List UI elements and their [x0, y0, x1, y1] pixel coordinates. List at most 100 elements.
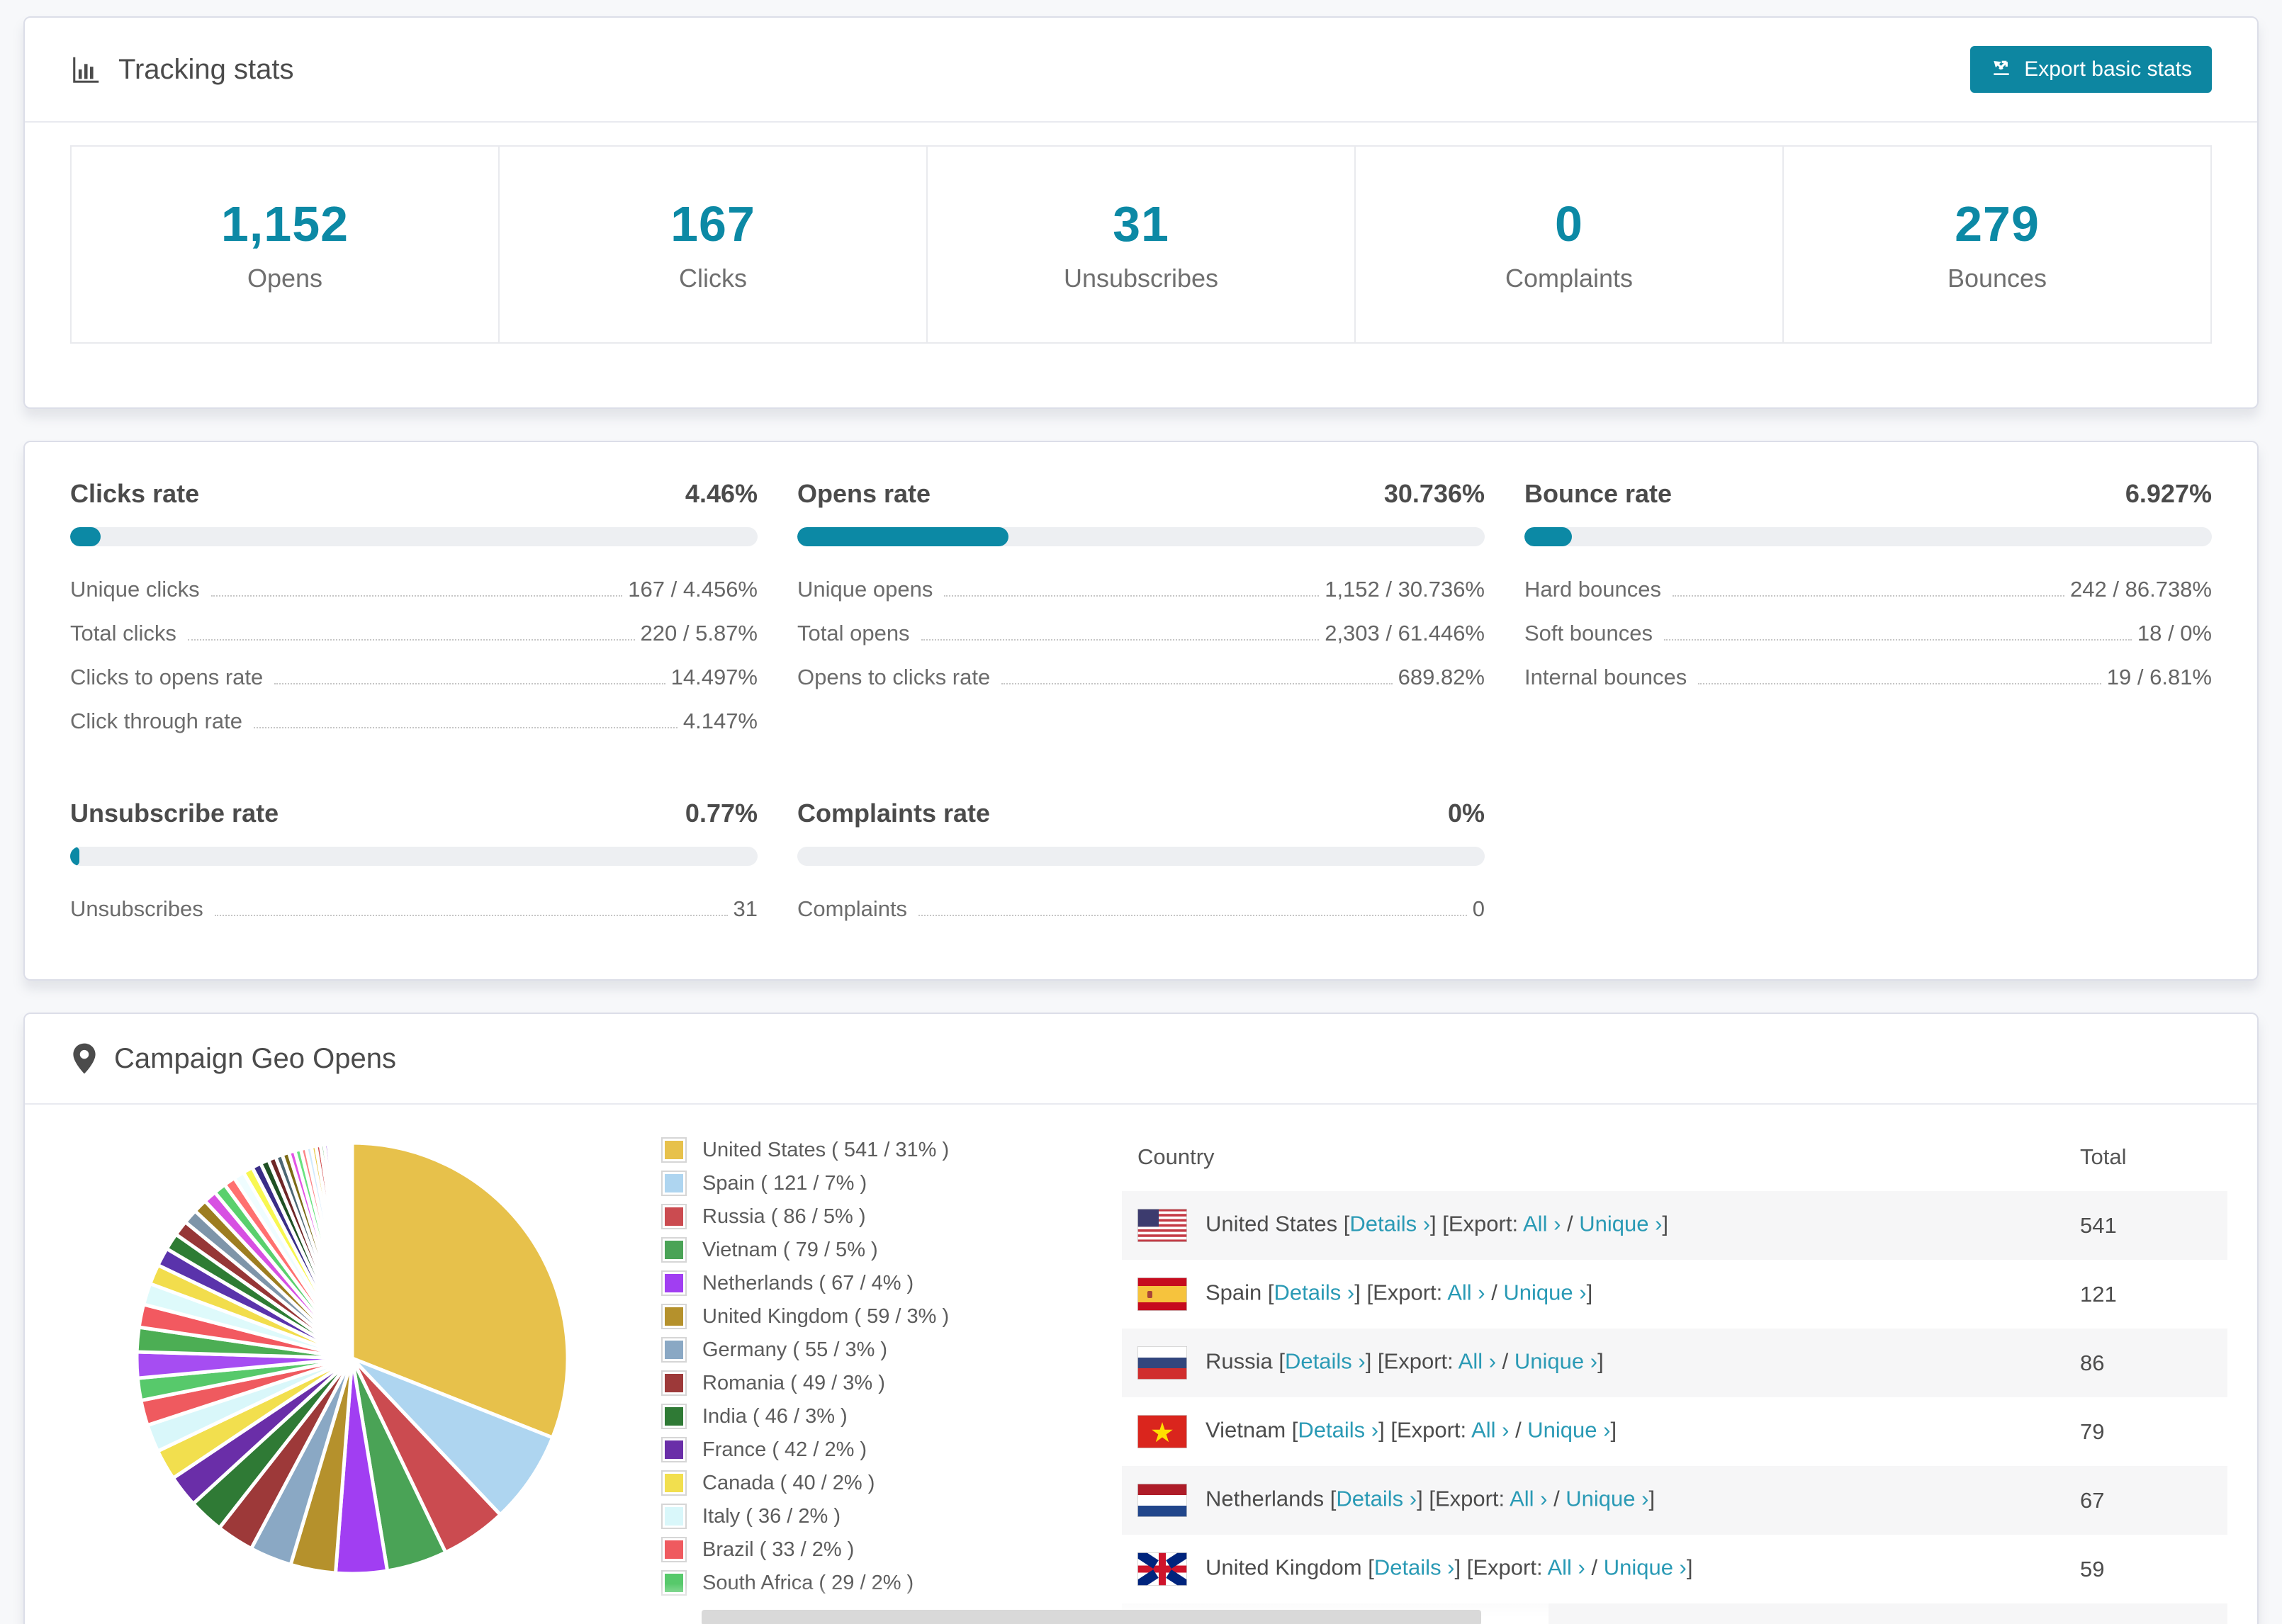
legend-item-germany[interactable]: Germany ( 55 / 3% )	[661, 1337, 1058, 1363]
legend-color-swatch	[661, 1137, 687, 1163]
export-all-link[interactable]: All ›	[1523, 1212, 1561, 1236]
legend-color-swatch	[661, 1270, 687, 1296]
stat-label: Opens	[247, 264, 323, 293]
details-link[interactable]: Details ›	[1336, 1487, 1417, 1511]
legend-item-russia[interactable]: Russia ( 86 / 5% )	[661, 1204, 1058, 1229]
bracket: ] [Export:	[1365, 1348, 1458, 1374]
legend-color-swatch	[661, 1570, 687, 1596]
geo-total-cell: 121	[2080, 1281, 2117, 1307]
dotted-leader	[253, 727, 678, 728]
metric-rows: Unique opens 1,152 / 30.736% Total opens 2,…	[797, 568, 1485, 699]
stat-label: Bounces	[1947, 264, 2047, 293]
legend-item-united-states[interactable]: United States ( 541 / 31% )	[661, 1137, 1058, 1163]
legend-color-swatch	[661, 1304, 687, 1329]
export-all-link[interactable]: All ›	[1458, 1349, 1496, 1374]
export-unique-link[interactable]: Unique ›	[1514, 1349, 1597, 1374]
metric-rows: Hard bounces 242 / 86.738% Soft bounces 18 …	[1524, 568, 2212, 699]
geo-table-wrap: Country Total United States [Details ›] […	[1122, 1123, 2227, 1624]
stat-label: Clicks	[679, 264, 747, 293]
flag-es-icon	[1137, 1278, 1187, 1311]
stat-value: 167	[670, 196, 755, 252]
geo-country-cell: Vietnam [Details ›] [Export: All › / Uni…	[1122, 1397, 2064, 1466]
dotted-leader	[1698, 683, 2101, 684]
export-all-link[interactable]: All ›	[1547, 1555, 1585, 1580]
bracket: ] [Export:	[1454, 1555, 1548, 1580]
export-all-link[interactable]: All ›	[1447, 1280, 1485, 1305]
dotted-leader	[1001, 683, 1393, 684]
stat-box-bounces: 279 Bounces	[1782, 147, 2210, 342]
metric-row-label: Unsubscribes	[70, 896, 203, 921]
metric-row-value: 4.147%	[682, 709, 758, 733]
geo-table-header-row: Country Total	[1122, 1123, 2227, 1191]
details-link[interactable]: Details ›	[1374, 1555, 1455, 1580]
geo-total-cell: 55	[2064, 1603, 2227, 1624]
legend-item-south-africa[interactable]: South Africa ( 29 / 2% )	[661, 1570, 1058, 1596]
summary-stats-row: 1,152 Opens 167 Clicks 31 Unsubscribes 0 Compla…	[70, 145, 2212, 344]
bracket: ]	[1610, 1417, 1617, 1443]
table-row-ru: Russia [Details ›] [Export: All › / Uniq…	[1122, 1329, 2227, 1397]
flag-ru-icon	[1137, 1346, 1187, 1380]
legend-item-spain[interactable]: Spain ( 121 / 7% )	[661, 1171, 1058, 1196]
metric-head: Unsubscribe rate 0.77%	[70, 799, 758, 828]
campaign-geo-opens-card: Campaign Geo Opens United States ( 541 /…	[23, 1013, 2259, 1624]
details-link[interactable]: Details ›	[1298, 1418, 1378, 1443]
metric-row-value: 31	[733, 896, 758, 921]
rates-card: Clicks rate 4.46% Unique clicks 167 / 4.456…	[23, 441, 2259, 981]
metric-row-value: 220 / 5.87%	[640, 621, 758, 645]
details-link[interactable]: Details ›	[1274, 1280, 1355, 1305]
geo-country-cell: Netherlands [Details ›] [Export: All › /…	[1122, 1466, 2064, 1535]
bracket: ]	[1597, 1348, 1604, 1374]
details-link[interactable]: Details ›	[1285, 1349, 1366, 1374]
dotted-leader	[918, 915, 1467, 916]
geo-total-cell: 79	[2080, 1419, 2105, 1444]
stat-label: Unsubscribes	[1063, 264, 1219, 293]
metric-row: Unique clicks 167 / 4.456%	[70, 568, 758, 611]
metric-row-label: Unique opens	[797, 577, 933, 602]
metric-row-value: 19 / 6.81%	[2106, 665, 2212, 689]
legend-label: France ( 42 / 2% )	[702, 1438, 867, 1461]
details-link[interactable]: Details ›	[1349, 1212, 1430, 1236]
bracket: ]	[1662, 1211, 1669, 1236]
progress-track	[70, 527, 758, 546]
legend-label: United States ( 541 / 31% )	[702, 1138, 950, 1161]
progress-fill	[1524, 527, 1573, 546]
legend-label: Germany ( 55 / 3% )	[702, 1338, 888, 1361]
metric-block-unsubscribe-rate: Unsubscribe rate 0.77% Unsubscribes 31	[70, 799, 758, 931]
legend-item-united-kingdom[interactable]: United Kingdom ( 59 / 3% )	[661, 1304, 1058, 1329]
flag-gb-icon	[1137, 1552, 1187, 1586]
legend-item-india[interactable]: India ( 46 / 3% )	[661, 1404, 1058, 1429]
metric-row-label: Unique clicks	[70, 577, 200, 602]
metric-row: Complaints 0	[797, 887, 1485, 931]
metric-row-label: Clicks to opens rate	[70, 665, 264, 689]
dotted-leader	[944, 595, 1320, 597]
legend-item-vietnam[interactable]: Vietnam ( 79 / 5% )	[661, 1237, 1058, 1263]
bracket: ] [Export:	[1354, 1280, 1448, 1305]
export-unique-link[interactable]: Unique ›	[1579, 1212, 1662, 1236]
legend-item-brazil[interactable]: Brazil ( 33 / 2% )	[661, 1537, 1058, 1562]
legend-item-italy[interactable]: Italy ( 36 / 2% )	[661, 1504, 1058, 1529]
metric-row: Unique opens 1,152 / 30.736%	[797, 568, 1485, 611]
bracket: [	[1267, 1280, 1274, 1305]
metric-row-value: 1,152 / 30.736%	[1325, 577, 1485, 602]
legend-color-swatch	[661, 1437, 687, 1462]
export-basic-stats-button[interactable]: Export basic stats	[1970, 46, 2212, 93]
export-unique-link[interactable]: Unique ›	[1527, 1418, 1610, 1443]
export-unique-link[interactable]: Unique ›	[1503, 1280, 1586, 1305]
legend-item-canada[interactable]: Canada ( 40 / 2% )	[661, 1470, 1058, 1496]
metric-head: Opens rate 30.736%	[797, 479, 1485, 509]
progress-fill	[70, 847, 79, 866]
dotted-leader	[274, 683, 665, 684]
export-unique-link[interactable]: Unique ›	[1566, 1487, 1648, 1511]
legend-label: Romania ( 49 / 3% )	[702, 1371, 885, 1394]
legend-item-romania[interactable]: Romania ( 49 / 3% )	[661, 1370, 1058, 1396]
stat-value: 31	[1113, 196, 1169, 252]
export-all-link[interactable]: All ›	[1510, 1487, 1547, 1511]
legend-item-france[interactable]: France ( 42 / 2% )	[661, 1437, 1058, 1462]
legend-label: Vietnam ( 79 / 5% )	[702, 1238, 878, 1261]
export-unique-link[interactable]: Unique ›	[1604, 1555, 1687, 1580]
progress-track	[797, 847, 1485, 866]
geo-card-title: Campaign Geo Opens	[70, 1042, 396, 1075]
legend-item-netherlands[interactable]: Netherlands ( 67 / 4% )	[661, 1270, 1058, 1296]
export-all-link[interactable]: All ›	[1471, 1418, 1509, 1443]
dotted-leader	[214, 915, 728, 916]
